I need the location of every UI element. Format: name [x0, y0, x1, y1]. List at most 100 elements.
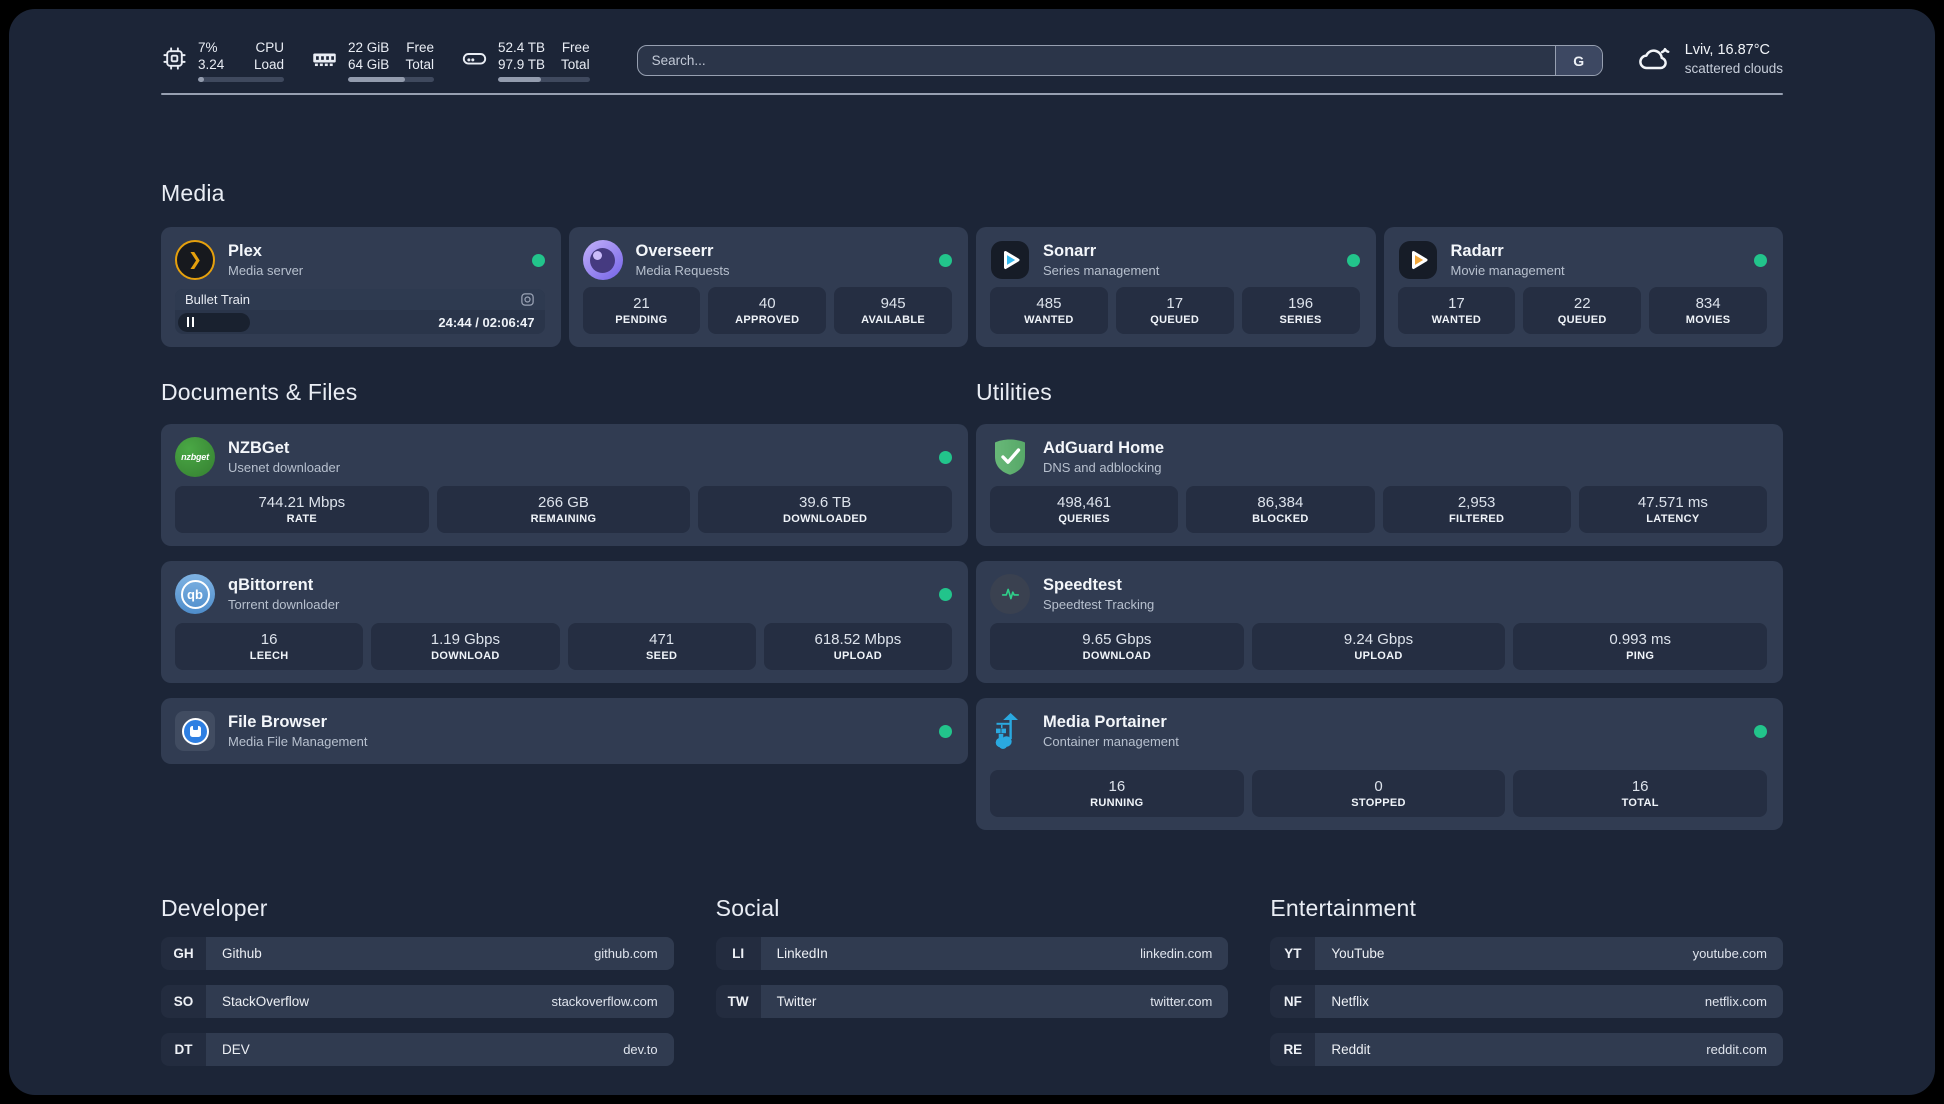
- cpu-load-value: 3.24: [198, 57, 225, 72]
- stat-tile: 498,461 QUERIES: [990, 486, 1179, 533]
- app-description: Speedtest Tracking: [1043, 597, 1155, 612]
- nzbget-icon: nzbget: [175, 437, 215, 477]
- status-online-dot: [939, 724, 952, 738]
- dashboard: 7% CPU 3.24 Load 22 GiB Free 64 GiB Tota…: [9, 9, 1935, 1095]
- status-online-dot: [939, 450, 952, 464]
- cpu-load-label: Load: [253, 57, 284, 72]
- app-name: Speedtest: [1043, 576, 1122, 594]
- bookmark-name: Github: [222, 946, 262, 961]
- cloud-icon: [1638, 47, 1670, 70]
- developer-bookmarks: Developer GH Github github.com SO StackOv…: [161, 895, 674, 1081]
- stat-tile: 618.52 Mbps UPLOAD: [763, 623, 952, 670]
- app-card-speedtest[interactable]: Speedtest Speedtest Tracking 9.65 Gbps DO…: [976, 561, 1783, 683]
- entertainment-bookmarks: Entertainment YT YouTube youtube.com NF N…: [1270, 895, 1783, 1081]
- bookmark-name: Twitter: [776, 994, 817, 1009]
- memory-progress-bar: [348, 77, 434, 82]
- app-card-radarr[interactable]: Radarr Movie management 17 WANTED 22 QUEUE…: [1383, 227, 1783, 347]
- weather-location-temp: Lviv, 16.87°C: [1684, 42, 1771, 58]
- section-title-media: Media: [161, 180, 225, 206]
- section-title-entertainment: Entertainment: [1270, 895, 1417, 921]
- app-description: Usenet downloader: [228, 460, 341, 475]
- now-playing-title: Bullet Train: [185, 292, 251, 307]
- app-name: NZBGet: [228, 439, 290, 457]
- app-card-sonarr[interactable]: Sonarr Series management 485 WANTED 17 QUE…: [976, 227, 1376, 347]
- overseerr-icon: [582, 240, 623, 280]
- section-title-social: Social: [715, 895, 780, 921]
- app-card-nzbget[interactable]: nzbget NZBGet Usenet downloader 744.21 M…: [161, 424, 968, 546]
- memory-stats-widget: 22 GiB Free 64 GiB Total: [311, 39, 434, 82]
- app-card-portainer[interactable]: Media Portainer Container management 16 R…: [976, 698, 1783, 830]
- storage-stats-widget: 52.4 TB Free 97.9 TB Total: [461, 39, 590, 82]
- bookmark-abbr: NF: [1270, 985, 1316, 1018]
- app-card-overseerr[interactable]: Overseerr Media Requests 21 PENDING 40 APP…: [568, 227, 968, 347]
- memory-free-value: 22 GiB: [348, 40, 390, 55]
- ram-icon: [313, 53, 336, 67]
- cpu-progress-bar: [198, 77, 284, 82]
- adguard-icon: [995, 439, 1025, 475]
- stat-tile: 1.19 Gbps DOWNLOAD: [371, 623, 560, 670]
- app-description: Media server: [228, 263, 304, 278]
- bookmark-stackoverflow[interactable]: SO StackOverflow stackoverflow.com: [161, 985, 674, 1018]
- stat-tile: 0.993 ms PING: [1513, 623, 1767, 670]
- status-online-dot: [1346, 253, 1360, 267]
- stat-tile: 485 WANTED: [990, 287, 1108, 334]
- cpu-stats-widget: 7% CPU 3.24 Load: [161, 39, 284, 82]
- app-card-qbittorrent[interactable]: qb qBittorrent Torrent downloader 16 LEEC…: [161, 561, 968, 683]
- app-card-plex[interactable]: ❯ Plex Media server Bullet Train 24:44 /…: [161, 227, 561, 347]
- stat-tile: 196 SERIES: [1241, 287, 1360, 334]
- app-card-adguard[interactable]: AdGuard Home DNS and adblocking 498,461 Q…: [976, 424, 1783, 546]
- bookmark-linkedin[interactable]: LI LinkedIn linkedin.com: [715, 937, 1229, 970]
- cpu-label: CPU: [255, 40, 284, 55]
- bookmark-abbr: YT: [1270, 937, 1316, 970]
- memory-free-label: Free: [406, 40, 434, 55]
- bookmark-name: StackOverflow: [222, 994, 310, 1009]
- screen: 7% CPU 3.24 Load 22 GiB Free 64 GiB Tota…: [0, 0, 1944, 1104]
- stat-tile: 86,384 BLOCKED: [1186, 486, 1375, 533]
- filebrowser-icon: [175, 711, 215, 751]
- bookmark-abbr: SO: [161, 985, 206, 1018]
- bookmark-abbr: TW: [715, 985, 761, 1018]
- bookmark-reddit[interactable]: RE Reddit reddit.com: [1270, 1033, 1783, 1066]
- radarr-icon: [1398, 241, 1437, 279]
- bookmark-github[interactable]: GH Github github.com: [161, 937, 674, 970]
- top-bar: 7% CPU 3.24 Load 22 GiB Free 64 GiB Tota…: [161, 39, 1783, 82]
- app-description: Container management: [1043, 734, 1179, 749]
- storage-total-value: 97.9 TB: [498, 57, 546, 72]
- stat-tile: 16 RUNNING: [990, 770, 1244, 817]
- playback-time: 24:44 / 02:06:47: [438, 314, 535, 330]
- memory-total-value: 64 GiB: [348, 57, 390, 72]
- playback-progress-bar: 24:44 / 02:06:47: [175, 310, 545, 334]
- bookmark-url: reddit.com: [1706, 1042, 1767, 1057]
- pause-icon: [187, 317, 194, 327]
- app-card-filebrowser[interactable]: File Browser Media File Management: [161, 698, 968, 764]
- stat-tile: 17 QUEUED: [1115, 287, 1234, 334]
- bookmark-name: LinkedIn: [776, 946, 828, 961]
- bookmark-dev-to[interactable]: DT DEV dev.to: [161, 1033, 674, 1066]
- media-card-grid: ❯ Plex Media server Bullet Train 24:44 /…: [161, 227, 1783, 347]
- stat-tile: 47.571 ms LATENCY: [1578, 486, 1767, 533]
- social-bookmarks: Social LI LinkedIn linkedin.com TW Twitte…: [715, 895, 1229, 1081]
- bookmark-url: stackoverflow.com: [551, 994, 658, 1009]
- weather-condition: scattered clouds: [1684, 61, 1783, 76]
- search-bar: G: [636, 45, 1603, 76]
- stat-tile: 9.24 Gbps UPLOAD: [1251, 623, 1506, 670]
- status-online-dot: [1754, 724, 1767, 738]
- bookmark-name: YouTube: [1331, 946, 1385, 961]
- section-title-utilities: Utilities: [976, 379, 1052, 405]
- stat-tile: 40 APPROVED: [708, 287, 827, 334]
- bookmark-url: github.com: [594, 946, 658, 961]
- sonarr-icon: [991, 241, 1029, 279]
- plex-icon: ❯: [175, 240, 215, 280]
- status-online-dot: [939, 587, 952, 601]
- bookmark-youtube[interactable]: YT YouTube youtube.com: [1270, 937, 1783, 970]
- search-input[interactable]: [637, 46, 1555, 75]
- app-name: Sonarr: [1043, 242, 1097, 260]
- bookmark-url: dev.to: [623, 1042, 658, 1057]
- cast-device-icon[interactable]: [520, 292, 535, 307]
- bookmark-abbr: GH: [161, 937, 206, 970]
- search-engine-button[interactable]: G: [1554, 46, 1602, 75]
- bookmark-name: Netflix: [1331, 994, 1369, 1009]
- storage-total-label: Total: [561, 57, 590, 72]
- bookmark-netflix[interactable]: NF Netflix netflix.com: [1270, 985, 1783, 1018]
- bookmark-twitter[interactable]: TW Twitter twitter.com: [715, 985, 1229, 1018]
